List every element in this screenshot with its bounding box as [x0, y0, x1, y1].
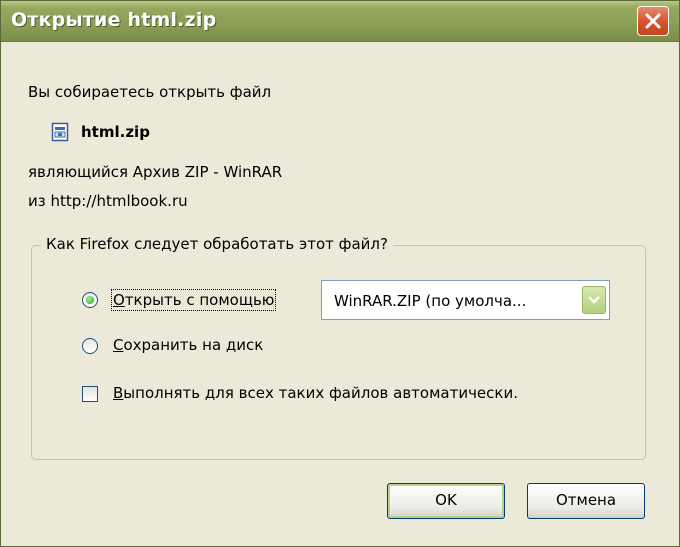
file-open-dialog: Открытие html.zip Вы собираетесь открыть… — [0, 0, 680, 547]
open-with-radio[interactable] — [82, 292, 98, 308]
action-groupbox-legend: Как Firefox следует обработать этот файл… — [41, 235, 393, 253]
ok-button[interactable]: OK — [387, 483, 505, 519]
title-bar[interactable]: Открытие html.zip — [1, 1, 679, 42]
application-select[interactable]: WinRAR.ZIP (по умолча... — [321, 280, 610, 320]
save-to-disk-label[interactable]: Сохранить на диск — [113, 336, 263, 354]
chevron-down-icon — [588, 296, 600, 304]
file-source-text: из http://htmlbook.ru — [28, 192, 188, 210]
open-with-label[interactable]: Открыть с помощью — [110, 289, 277, 311]
file-type-text: являющийся Архив ZIP - WinRAR — [28, 163, 283, 181]
intro-text: Вы собираетесь открыть файл — [28, 83, 272, 101]
close-button[interactable] — [637, 6, 669, 36]
window-title: Открытие html.zip — [11, 9, 217, 31]
open-with-label-rest: ткрыть с помощью — [124, 291, 275, 309]
save-to-disk-radio[interactable] — [82, 338, 98, 354]
application-select-value: WinRAR.ZIP (по умолча... — [334, 292, 527, 310]
close-icon — [645, 13, 661, 29]
zip-file-icon — [51, 122, 69, 142]
auto-apply-accesskey: В — [113, 384, 124, 402]
file-name: html.zip — [81, 123, 150, 141]
auto-apply-label-rest: ыполнять для всех таких файлов автоматич… — [123, 384, 518, 402]
open-with-accesskey: О — [113, 291, 125, 309]
save-to-disk-label-rest: охранить на диск — [123, 336, 264, 354]
auto-apply-label[interactable]: Выполнять для всех таких файлов автомати… — [113, 384, 518, 402]
radio-selected-dot — [86, 296, 94, 304]
dropdown-button[interactable] — [582, 286, 606, 314]
save-to-disk-accesskey: С — [113, 336, 124, 354]
cancel-button[interactable]: Отмена — [527, 483, 645, 519]
auto-apply-checkbox[interactable] — [82, 386, 98, 402]
